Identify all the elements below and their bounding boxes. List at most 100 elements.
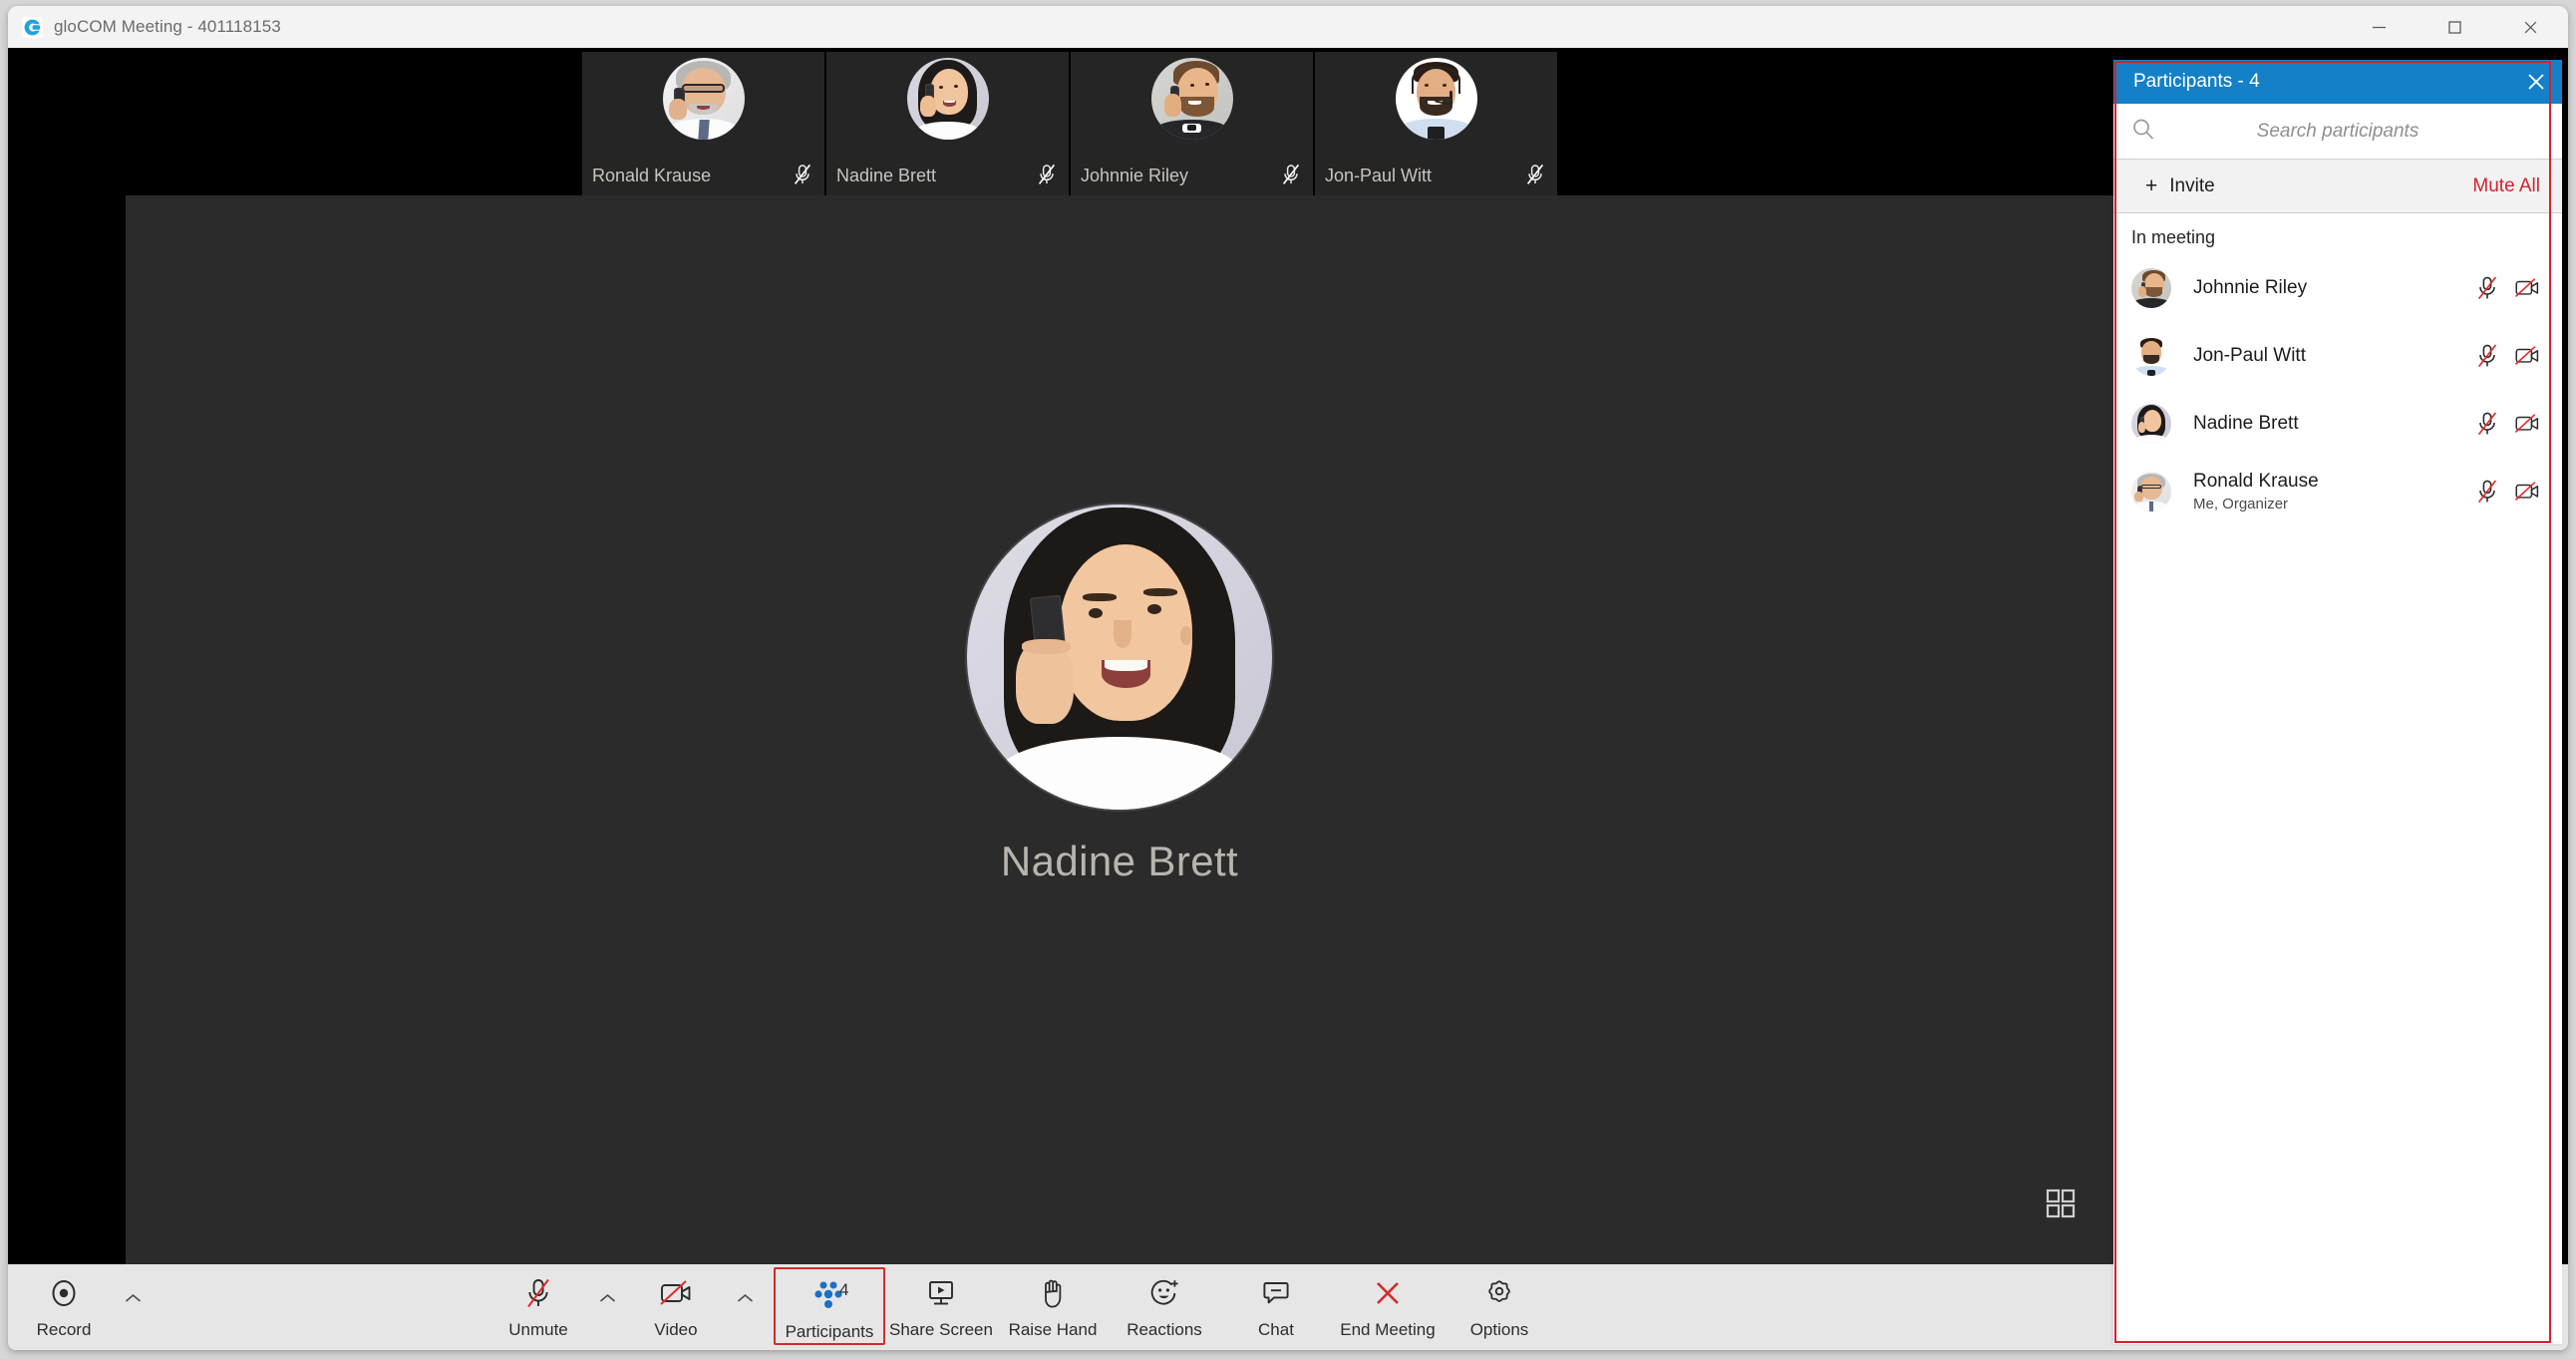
participant-row-johnnie-riley[interactable]: Johnnie Riley [2113, 254, 2562, 322]
meeting-window: gloCOM Meeting - 401118153 Ronald Krause… [8, 6, 2568, 1350]
raise-hand-button[interactable]: Raise Hand [997, 1267, 1109, 1345]
filmstrip-tile-jon-paul-witt[interactable]: Jon-Paul Witt [1315, 52, 1559, 195]
end-meeting-button[interactable]: End Meeting [1332, 1267, 1444, 1345]
avatar [2131, 404, 2171, 444]
mic-off-icon [793, 164, 812, 185]
participant-info: Johnnie Riley [2193, 277, 2307, 300]
participant-role: Me, Organizer [2193, 496, 2289, 513]
tool-label: Options [1469, 1320, 1529, 1339]
participant-row-icons [2474, 411, 2540, 437]
participants-panel: Participants - 4 + Invite M [2113, 60, 2562, 1344]
mute-all-button[interactable]: Mute All [2472, 175, 2540, 197]
participant-row-ronald-krause[interactable]: Ronald Krause Me, Organizer [2113, 458, 2562, 525]
search-participants-row [2113, 104, 2562, 160]
video-chevron-down-icon[interactable] [732, 1267, 758, 1345]
maximize-icon[interactable] [2416, 6, 2492, 48]
mic-off-icon[interactable] [2474, 479, 2500, 505]
video-off-icon[interactable] [2514, 343, 2540, 369]
chat-icon [1261, 1276, 1291, 1310]
share-screen-icon [926, 1276, 956, 1310]
search-icon [2131, 117, 2155, 146]
panel-actions-row: + Invite Mute All [2113, 160, 2562, 213]
participant-info: Ronald Krause Me, Organizer [2193, 471, 2319, 513]
participants-panel-title: Participants - 4 [2133, 71, 2260, 92]
stage-left-filler [8, 195, 126, 1264]
participant-name: Nadine Brett [2193, 412, 2299, 434]
invite-button[interactable]: + Invite [2145, 175, 2215, 197]
participant-row-icons [2474, 479, 2540, 505]
mic-off-icon[interactable] [2474, 275, 2500, 301]
filmstrip-tile-name: Johnnie Riley [1081, 166, 1189, 185]
window-title: gloCOM Meeting - 401118153 [54, 17, 281, 36]
avatar [2131, 268, 2171, 308]
participant-name: Jon-Paul Witt [2193, 344, 2306, 366]
filmstrip-left-pad [8, 52, 582, 195]
tool-label: End Meeting [1340, 1320, 1436, 1339]
raise-hand-icon [1039, 1276, 1067, 1310]
search-input[interactable] [2113, 104, 2562, 159]
glocom-logo-icon [22, 16, 43, 38]
grid-view-icon[interactable] [2038, 1181, 2084, 1226]
record-button[interactable]: Record [8, 1267, 120, 1345]
tool-label: Participants [785, 1322, 874, 1341]
mic-off-icon [523, 1276, 553, 1310]
mic-off-icon[interactable] [2474, 411, 2500, 437]
reactions-icon [1148, 1276, 1180, 1310]
mic-off-icon [1037, 164, 1057, 185]
video-off-icon[interactable] [2514, 411, 2540, 437]
unmute-button[interactable]: Unmute [483, 1267, 594, 1345]
reactions-button[interactable]: Reactions [1109, 1267, 1220, 1345]
tool-label: Share Screen [889, 1320, 993, 1339]
avatar [906, 58, 989, 140]
participants-button[interactable]: 4 Participants [774, 1267, 885, 1345]
avatar [662, 58, 745, 140]
title-bar-left: gloCOM Meeting - 401118153 [8, 16, 281, 38]
video-button[interactable]: Video [620, 1267, 732, 1345]
gear-icon [1483, 1276, 1515, 1310]
chat-button[interactable]: Chat [1220, 1267, 1332, 1345]
tool-label: Record [36, 1320, 92, 1339]
participant-row-nadine-brett[interactable]: Nadine Brett [2113, 390, 2562, 458]
tool-label: Raise Hand [1008, 1320, 1098, 1339]
participants-count-badge: 4 [839, 1280, 849, 1299]
filmstrip-tile-name: Nadine Brett [836, 166, 937, 185]
stage-content: Nadine Brett [126, 195, 2113, 1264]
video-off-icon[interactable] [2514, 479, 2540, 505]
record-chevron-down-icon[interactable] [120, 1267, 146, 1345]
active-speaker-name: Nadine Brett [1000, 838, 1239, 884]
avatar [2131, 472, 2171, 511]
filmstrip-tile-name: Ronald Krause [592, 166, 712, 185]
filmstrip-tile-ronald-krause[interactable]: Ronald Krause [582, 52, 826, 195]
avatar [1395, 58, 1477, 140]
participant-info: Nadine Brett [2193, 413, 2299, 436]
active-speaker-stage: Nadine Brett [126, 195, 2113, 1264]
active-speaker-avatar [967, 505, 1272, 810]
participant-row-icons [2474, 343, 2540, 369]
record-icon [49, 1276, 79, 1310]
close-icon[interactable] [2510, 60, 2562, 104]
filmstrip-tile-nadine-brett[interactable]: Nadine Brett [826, 52, 1071, 195]
unmute-chevron-down-icon[interactable] [594, 1267, 620, 1345]
tool-label: Reactions [1127, 1320, 1202, 1339]
close-icon[interactable] [2492, 6, 2568, 48]
participant-name: Ronald Krause [2193, 470, 2319, 492]
plus-icon: + [2145, 174, 2158, 197]
invite-label: Invite [2169, 174, 2215, 196]
tool-label: Unmute [508, 1320, 568, 1339]
in-meeting-section-label: In meeting [2131, 227, 2216, 247]
participants-list: Johnnie Riley Jon-Paul Witt Nadine Brett… [2113, 254, 2562, 525]
options-button[interactable]: Options [1444, 1267, 1555, 1345]
minimize-icon[interactable] [2341, 6, 2416, 48]
end-meeting-icon [1373, 1276, 1403, 1310]
participant-row-icons [2474, 275, 2540, 301]
participant-row-jon-paul-witt[interactable]: Jon-Paul Witt [2113, 322, 2562, 390]
share-screen-button[interactable]: Share Screen [885, 1267, 997, 1345]
mic-off-icon[interactable] [2474, 343, 2500, 369]
filmstrip-tile-johnnie-riley[interactable]: Johnnie Riley [1071, 52, 1315, 195]
mic-off-icon [1525, 164, 1545, 185]
video-off-icon[interactable] [2514, 275, 2540, 301]
mic-off-icon [1281, 164, 1301, 185]
participant-name: Johnnie Riley [2193, 276, 2308, 298]
video-off-icon [659, 1276, 693, 1310]
avatar [2131, 336, 2171, 376]
